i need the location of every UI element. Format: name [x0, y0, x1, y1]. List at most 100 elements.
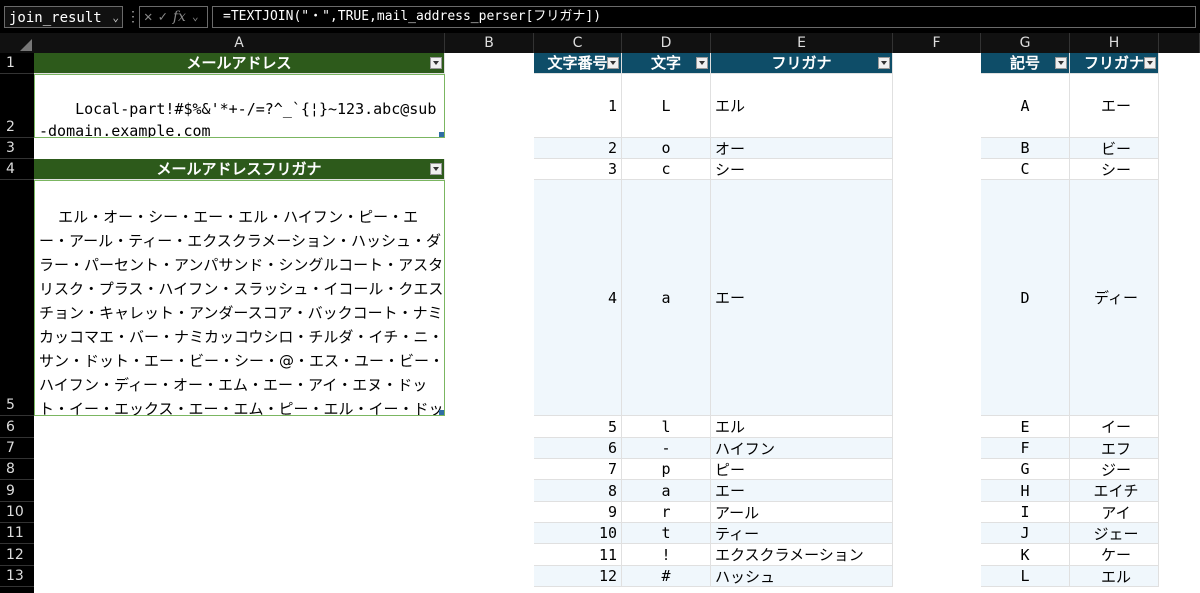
char-furigana-cell[interactable]: ティー: [711, 523, 893, 544]
fx-icon[interactable]: fx: [173, 7, 186, 27]
symbol-cell[interactable]: I: [981, 502, 1070, 523]
char-furigana-cell[interactable]: エル: [711, 74, 893, 138]
char-furigana-cell[interactable]: ハイフン: [711, 438, 893, 459]
char-furigana-cell[interactable]: シー: [711, 159, 893, 180]
join-result-cell[interactable]: エル・オー・シー・エー・エル・ハイフン・ピー・エー・アール・ティー・エクスクラメ…: [34, 180, 445, 416]
char-number-cell[interactable]: 11: [534, 544, 622, 566]
row-header[interactable]: 3: [0, 138, 34, 159]
symbol-furigana-cell[interactable]: エル: [1070, 566, 1159, 587]
char-cell[interactable]: p: [622, 459, 711, 480]
char-number-cell[interactable]: 10: [534, 523, 622, 544]
symbol-furigana-cell[interactable]: エフ: [1070, 438, 1159, 459]
char-cell[interactable]: o: [622, 138, 711, 159]
row-header[interactable]: 13: [0, 566, 34, 587]
row-header[interactable]: 7: [0, 438, 34, 459]
symbol-cell[interactable]: A: [981, 74, 1070, 138]
formula-input[interactable]: =TEXTJOIN("・",TRUE,mail_address_perser[フ…: [212, 6, 1196, 28]
symbol-furigana-cell[interactable]: ジー: [1070, 459, 1159, 480]
column-header-i[interactable]: [1159, 33, 1200, 53]
char-furigana-cell[interactable]: アール: [711, 502, 893, 523]
filter-dropdown-icon[interactable]: [696, 57, 708, 69]
char-furigana-cell[interactable]: エル: [711, 416, 893, 438]
filter-dropdown-icon[interactable]: [430, 57, 442, 69]
column-header-b[interactable]: B: [445, 33, 534, 53]
row-header[interactable]: 8: [0, 459, 34, 480]
char-number-cell[interactable]: 4: [534, 180, 622, 416]
symbol-furigana-cell[interactable]: シー: [1070, 159, 1159, 180]
column-header-d[interactable]: D: [622, 33, 711, 53]
column-header-g[interactable]: G: [981, 33, 1070, 53]
row-header[interactable]: 1: [0, 53, 34, 74]
symbol-furigana-cell[interactable]: ケー: [1070, 544, 1159, 566]
symbol-furigana-cell[interactable]: ディー: [1070, 180, 1159, 416]
row-header[interactable]: 9: [0, 480, 34, 502]
char-cell[interactable]: #: [622, 566, 711, 587]
row-header[interactable]: 2: [0, 74, 34, 138]
symbol-cell[interactable]: L: [981, 566, 1070, 587]
char-cell[interactable]: !: [622, 544, 711, 566]
symbol-cell[interactable]: C: [981, 159, 1070, 180]
char-furigana-cell[interactable]: エー: [711, 480, 893, 502]
symbol-furigana-cell[interactable]: ビー: [1070, 138, 1159, 159]
filter-dropdown-icon[interactable]: [430, 163, 442, 175]
column-header-h[interactable]: H: [1070, 33, 1159, 53]
filter-dropdown-icon[interactable]: [1055, 57, 1067, 69]
char-cell[interactable]: a: [622, 480, 711, 502]
symbol-cell[interactable]: F: [981, 438, 1070, 459]
symbol-furigana-cell[interactable]: アイ: [1070, 502, 1159, 523]
char-cell[interactable]: l: [622, 416, 711, 438]
email-header-cell[interactable]: メールアドレス: [34, 53, 445, 74]
email-cell[interactable]: Local-part!#$%&'*+-/=?^_`{¦}~123.abc@sub…: [34, 74, 445, 138]
furigana-header-cell[interactable]: メールアドレスフリガナ: [34, 159, 445, 180]
row-header[interactable]: 11: [0, 523, 34, 544]
char-number-cell[interactable]: 8: [534, 480, 622, 502]
filter-dropdown-icon[interactable]: [878, 57, 890, 69]
row-header[interactable]: 4: [0, 159, 34, 180]
char-cell[interactable]: c: [622, 159, 711, 180]
row-header[interactable]: 12: [0, 544, 34, 566]
row-header[interactable]: 5: [0, 180, 34, 416]
table-resize-handle[interactable]: [439, 132, 444, 137]
symbol-cell[interactable]: D: [981, 180, 1070, 416]
symbol-furigana-cell[interactable]: エー: [1070, 74, 1159, 138]
cancel-icon[interactable]: ✕: [144, 7, 152, 27]
char-number-cell[interactable]: 3: [534, 159, 622, 180]
char-cell[interactable]: L: [622, 74, 711, 138]
column-header-f[interactable]: F: [893, 33, 981, 53]
char-furigana-cell[interactable]: エー: [711, 180, 893, 416]
symbol-header[interactable]: 記号: [981, 53, 1070, 74]
char-cell[interactable]: a: [622, 180, 711, 416]
symbol-furigana-cell[interactable]: イー: [1070, 416, 1159, 438]
char-number-cell[interactable]: 5: [534, 416, 622, 438]
table-resize-handle[interactable]: [439, 410, 444, 415]
char-cell[interactable]: -: [622, 438, 711, 459]
char-number-cell[interactable]: 7: [534, 459, 622, 480]
char-cell[interactable]: r: [622, 502, 711, 523]
row-header[interactable]: 6: [0, 416, 34, 438]
symbol-furigana-cell[interactable]: エイチ: [1070, 480, 1159, 502]
check-icon[interactable]: ✓: [158, 7, 166, 27]
column-header-c[interactable]: C: [534, 33, 622, 53]
symbol-furigana-cell[interactable]: ジェー: [1070, 523, 1159, 544]
char-header[interactable]: 文字: [622, 53, 711, 74]
symbol-furigana-header[interactable]: フリガナ: [1070, 53, 1159, 74]
char-cell[interactable]: t: [622, 523, 711, 544]
filter-dropdown-icon[interactable]: [607, 57, 619, 69]
char-furigana-cell[interactable]: ハッシュ: [711, 566, 893, 587]
select-all-corner[interactable]: [0, 33, 34, 53]
symbol-cell[interactable]: B: [981, 138, 1070, 159]
filter-dropdown-icon[interactable]: [1144, 57, 1156, 69]
char-number-cell[interactable]: 1: [534, 74, 622, 138]
char-furigana-cell[interactable]: オー: [711, 138, 893, 159]
chevron-down-icon[interactable]: ⌄: [192, 7, 199, 27]
char-furigana-header[interactable]: フリガナ: [711, 53, 893, 74]
symbol-cell[interactable]: J: [981, 523, 1070, 544]
char-furigana-cell[interactable]: エクスクラメーション: [711, 544, 893, 566]
name-box[interactable]: join_result ⌄: [4, 6, 123, 28]
column-header-e[interactable]: E: [711, 33, 893, 53]
symbol-cell[interactable]: K: [981, 544, 1070, 566]
symbol-cell[interactable]: E: [981, 416, 1070, 438]
row-header[interactable]: 10: [0, 502, 34, 523]
char-number-header[interactable]: 文字番号: [534, 53, 622, 74]
char-number-cell[interactable]: 9: [534, 502, 622, 523]
